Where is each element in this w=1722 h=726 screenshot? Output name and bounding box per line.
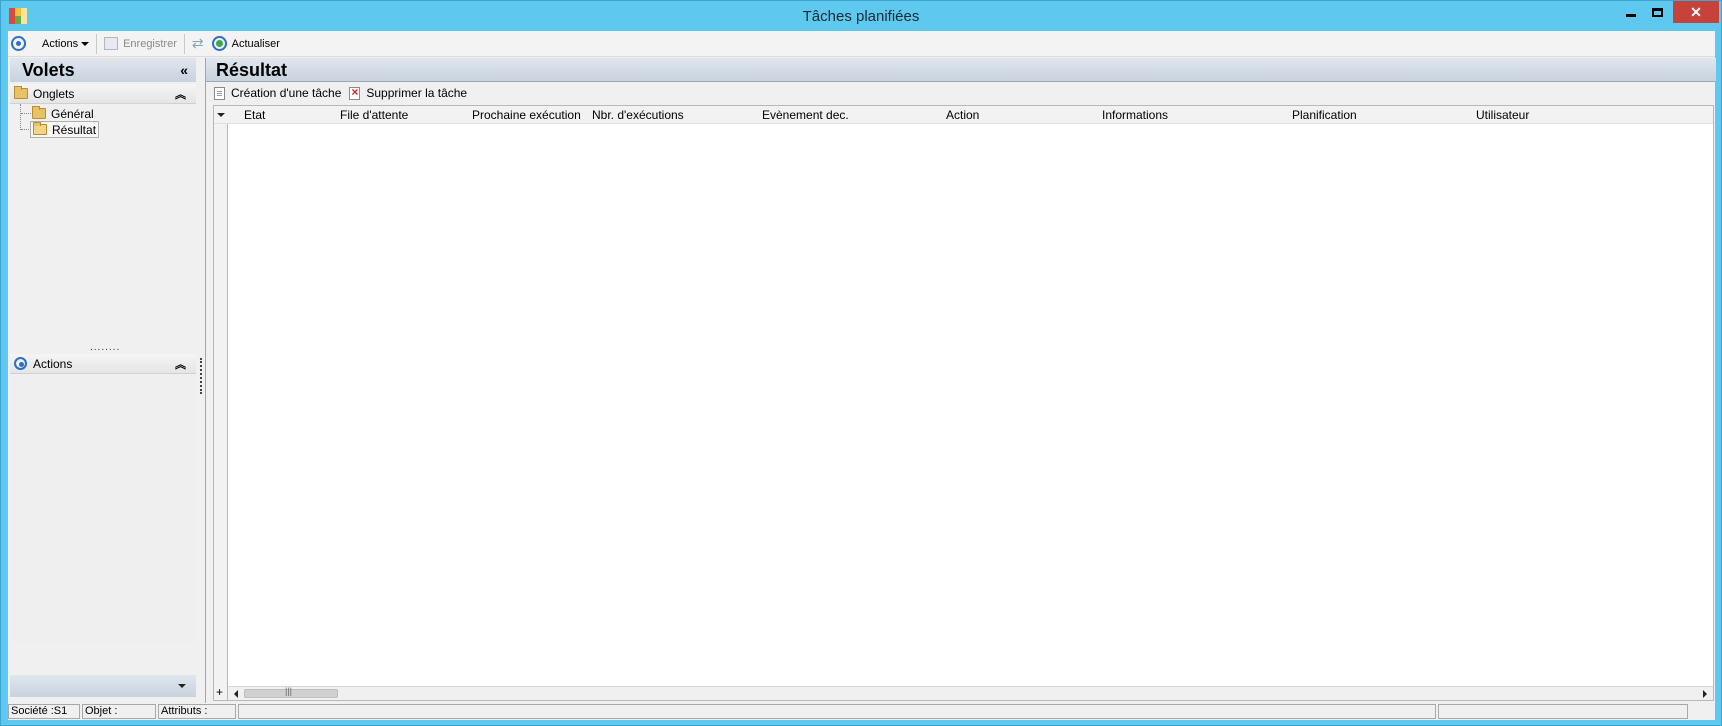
collapse-up-icon[interactable]: ︽ — [175, 86, 186, 102]
panes-title: Volets — [22, 60, 75, 80]
task-toolbar: Création d'une tâche Supprimer la tâche — [206, 83, 1716, 103]
save-button-label: Enregistrer — [123, 37, 177, 50]
maximize-button[interactable] — [1644, 1, 1671, 23]
application-window: Tâches planifiées ✕ Actions Enregistrer … — [0, 0, 1722, 726]
status-extra — [1438, 704, 1688, 719]
splitter-grip — [200, 358, 202, 394]
result-panel: Résultat Création d'une tâche Supprimer … — [205, 58, 1716, 708]
close-icon: ✕ — [1690, 3, 1702, 20]
column-header-queue[interactable]: File d'attente — [340, 108, 408, 122]
new-document-icon — [214, 86, 225, 100]
add-row-icon[interactable]: + — [216, 685, 223, 699]
actions-section-label: Actions — [33, 356, 73, 371]
actions-dropdown-label: Actions — [42, 37, 79, 50]
folder-open-icon — [33, 122, 47, 135]
scrollbar-thumb[interactable] — [244, 686, 338, 698]
vertical-splitter[interactable] — [198, 58, 204, 708]
tasks-grid[interactable]: Etat File d'attente Prochaine exécution … — [213, 105, 1714, 701]
collapse-left-icon[interactable]: « — [180, 58, 188, 82]
status-attributes: Attributs : — [158, 704, 236, 719]
actions-icon — [11, 36, 26, 51]
column-header-user[interactable]: Utilisateur — [1476, 108, 1529, 122]
actions-icon-button[interactable] — [8, 33, 30, 55]
tree-item-label: Résultat — [52, 122, 97, 137]
save-button[interactable]: Enregistrer — [100, 33, 181, 55]
collapse-up-icon[interactable]: ︽ — [175, 356, 186, 372]
column-header-planification[interactable]: Planification — [1292, 108, 1357, 122]
column-chooser-button[interactable] — [214, 106, 228, 124]
actions-pane-body — [10, 374, 196, 644]
folder-icon — [32, 106, 46, 119]
window-title: Tâches planifiées — [802, 8, 920, 25]
refresh-icon — [211, 36, 227, 51]
column-header-informations[interactable]: Informations — [1102, 108, 1168, 122]
tabs-section-header[interactable]: Onglets ︽ — [10, 84, 196, 104]
sync-button[interactable]: ⇄ — [188, 33, 208, 55]
panes-overflow-bar[interactable] — [10, 675, 196, 697]
refresh-button[interactable]: Actualiser — [208, 33, 284, 55]
pane-splitter[interactable]: ........ — [90, 342, 120, 353]
column-header-etat[interactable]: Etat — [244, 108, 265, 122]
status-bar: Société :S1 Objet : Attributs : — [8, 703, 1715, 720]
delete-document-icon — [349, 85, 361, 100]
scroll-right-icon[interactable] — [1703, 690, 1707, 698]
column-header-next-run[interactable]: Prochaine exécution — [472, 108, 581, 122]
page-title: Résultat — [206, 58, 1716, 82]
create-task-label: Création d'une tâche — [231, 86, 342, 100]
title-bar[interactable]: Tâches planifiées ✕ — [1, 1, 1721, 31]
delete-task-label: Supprimer la tâche — [366, 86, 468, 100]
column-header-trigger-event[interactable]: Evènement dec. — [762, 108, 849, 122]
close-button[interactable]: ✕ — [1673, 1, 1719, 23]
tree-line — [20, 104, 21, 130]
actions-icon — [14, 357, 27, 370]
row-selector-column — [214, 124, 228, 700]
folder-icon — [14, 86, 28, 99]
grid-header: Etat File d'attente Prochaine exécution … — [214, 106, 1713, 124]
maximize-icon — [1652, 7, 1663, 17]
main-toolbar: Actions Enregistrer ⇄ Actualiser — [8, 31, 1715, 57]
panes-header: Volets « — [10, 58, 196, 82]
actions-section-header[interactable]: Actions ︽ — [10, 354, 196, 374]
left-panel: Volets « Onglets ︽ Général Résultat ....… — [8, 58, 198, 708]
save-icon — [104, 37, 119, 50]
chevron-down-icon — [178, 684, 186, 688]
horizontal-scrollbar[interactable]: + — [216, 685, 1713, 700]
client-area: Actions Enregistrer ⇄ Actualiser Volets … — [8, 31, 1716, 720]
create-task-button[interactable]: Création d'une tâche — [214, 86, 341, 100]
actions-dropdown[interactable]: Actions — [38, 33, 93, 55]
column-header-run-count[interactable]: Nbr. d'exécutions — [592, 108, 684, 122]
refresh-button-label: Actualiser — [231, 37, 280, 50]
column-header-action[interactable]: Action — [946, 108, 979, 122]
sync-icon: ⇄ — [191, 35, 204, 51]
delete-task-button[interactable]: Supprimer la tâche — [349, 85, 468, 100]
tree-item-resultat[interactable]: Résultat — [30, 121, 100, 138]
chevron-down-icon — [81, 41, 90, 46]
status-company: Société :S1 — [8, 704, 80, 719]
minimize-icon — [1625, 13, 1636, 17]
scroll-left-icon[interactable] — [234, 690, 238, 698]
minimize-button[interactable] — [1617, 1, 1644, 23]
status-message — [238, 704, 1436, 719]
tree-item-label: Général — [51, 106, 94, 121]
tree-item-general[interactable]: Général — [30, 105, 96, 122]
status-object: Objet : — [82, 704, 156, 719]
tabs-section-label: Onglets — [33, 86, 75, 101]
toolbar-separator — [96, 33, 98, 54]
toolbar-separator — [183, 33, 185, 54]
